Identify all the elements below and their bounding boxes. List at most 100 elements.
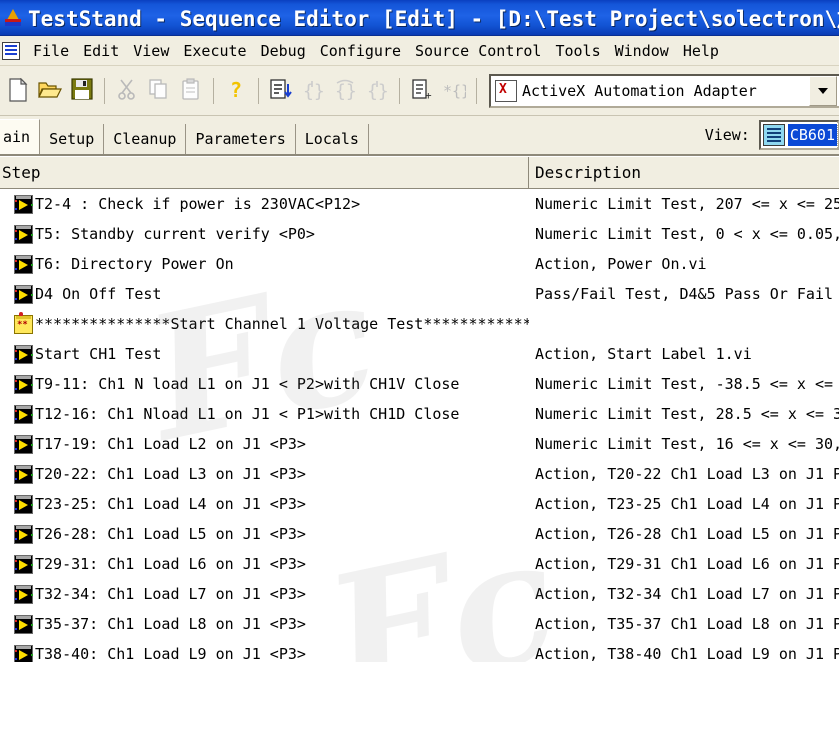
description-cell[interactable]: Action, T38-40 Ch1 Load L9 on J1 P3... — [529, 645, 839, 662]
step-cell[interactable]: T38-40: Ch1 Load L9 on J1 <P3> — [0, 639, 529, 662]
help-icon[interactable]: ? — [221, 75, 251, 107]
menu-item-file[interactable]: File — [26, 40, 76, 62]
table-row[interactable]: T20-22: Ch1 Load L3 on J1 <P3>Action, T2… — [0, 459, 839, 489]
step-cell[interactable]: T23-25: Ch1 Load L4 on J1 <P3> — [0, 489, 529, 519]
description-cell[interactable]: Action, T20-22 Ch1 Load L3 on J1 P3... — [529, 465, 839, 483]
step-label: T35-37: Ch1 Load L8 on J1 <P3> — [35, 615, 306, 633]
table-row[interactable]: T32-34: Ch1 Load L7 on J1 <P3>Action, T3… — [0, 579, 839, 609]
menu-item-tools[interactable]: Tools — [548, 40, 607, 62]
tab-main[interactable]: ain — [0, 119, 40, 154]
svg-text:{}: {} — [367, 81, 389, 102]
view-combobox[interactable]: CB601 — [759, 120, 839, 150]
table-row[interactable]: T2-4 : Check if power is 230VAC<P12>Nume… — [0, 189, 839, 219]
description-cell[interactable]: Numeric Limit Test, 16 <= x <= 30, T... — [529, 435, 839, 453]
chevron-down-icon[interactable] — [809, 76, 837, 106]
table-row[interactable]: T29-31: Ch1 Load L6 on J1 <P3>Action, T2… — [0, 549, 839, 579]
description-cell[interactable]: Action, T23-25 Ch1 Load L4 on J1 P3... — [529, 495, 839, 513]
description-cell[interactable]: Numeric Limit Test, 0 < x <= 0.05, A... — [529, 225, 839, 243]
vi-step-icon — [14, 495, 33, 514]
svg-text:*{}: *{} — [443, 82, 466, 100]
run-sequence-icon[interactable] — [266, 75, 296, 107]
breakpoint-glyph: + — [407, 75, 437, 107]
step-list[interactable]: Fc Fc T2-4 : Check if power is 230VAC<P1… — [0, 189, 839, 662]
step-label: T9-11: Ch1 N load L1 on J1 < P2>with CH1… — [35, 375, 459, 393]
step-cell[interactable]: T26-28: Ch1 Load L5 on J1 <P3> — [0, 519, 529, 549]
step-cell[interactable]: T29-31: Ch1 Load L6 on J1 <P3> — [0, 549, 529, 579]
step-cell[interactable]: T2-4 : Check if power is 230VAC<P12> — [0, 189, 529, 219]
tab-parameters[interactable]: Parameters — [186, 124, 295, 154]
tab-setup[interactable]: Setup — [40, 124, 104, 154]
description-cell[interactable]: Action, Start Label 1.vi — [529, 345, 839, 363]
table-row[interactable]: *****************Start Channel 1 Voltage… — [0, 309, 839, 339]
description-cell[interactable]: Numeric Limit Test, 207 <= x <= 253,... — [529, 195, 839, 213]
table-row[interactable]: T6: Directory Power On Action, Power On.v… — [0, 249, 839, 279]
vi-step-icon — [14, 435, 33, 454]
vi-step-icon — [14, 195, 33, 214]
column-header-description[interactable]: Description — [529, 157, 839, 188]
breakpoint-icon[interactable]: + — [407, 75, 437, 107]
step-cell[interactable]: T17-19: Ch1 Load L2 on J1 <P3> — [0, 429, 529, 459]
vi-step-icon — [14, 375, 33, 394]
svg-text:?: ? — [230, 78, 242, 102]
table-row[interactable]: Start CH1 TestAction, Start Label 1.vi — [0, 339, 839, 369]
menu-item-view[interactable]: View — [126, 40, 176, 62]
table-row[interactable]: D4 On Off TestPass/Fail Test, D4&5 Pass … — [0, 279, 839, 309]
table-row[interactable]: T5: Standby current verify <P0>Numeric L… — [0, 219, 839, 249]
step-out-icon[interactable]: {} — [362, 75, 392, 107]
toolbar-separator-5 — [476, 78, 477, 104]
menu-item-source-control[interactable]: Source Control — [408, 40, 548, 62]
menu-item-configure[interactable]: Configure — [313, 40, 408, 62]
step-cell[interactable]: D4 On Off Test — [0, 279, 529, 309]
table-row[interactable]: T38-40: Ch1 Load L9 on J1 <P3>Action, T3… — [0, 639, 839, 662]
system-menu-icon[interactable] — [2, 42, 20, 60]
copy-icon[interactable] — [144, 75, 174, 107]
menu-item-help[interactable]: Help — [676, 40, 726, 62]
description-cell[interactable]: Action, T32-34 Ch1 Load L7 on J1 P3... — [529, 585, 839, 603]
step-cell[interactable]: T35-37: Ch1 Load L8 on J1 <P3> — [0, 609, 529, 639]
view-label: View: — [705, 126, 750, 144]
adapter-combobox[interactable]: X ActiveX Automation Adapter — [489, 74, 839, 108]
table-row[interactable]: T17-19: Ch1 Load L2 on J1 <P3>Numeric Li… — [0, 429, 839, 459]
step-label: T6: Directory Power On — [35, 255, 234, 273]
table-row[interactable]: T35-37: Ch1 Load L8 on J1 <P3> Action, T3… — [0, 609, 839, 639]
table-row[interactable]: T9-11: Ch1 N load L1 on J1 < P2>with CH1… — [0, 369, 839, 399]
adapter-selected-label: ActiveX Automation Adapter — [522, 82, 809, 100]
step-cell[interactable]: *****************Start Channel 1 Voltage… — [0, 309, 529, 339]
new-icon[interactable] — [3, 75, 33, 107]
vi-step-icon — [14, 465, 33, 484]
view-selected-label: CB601 — [788, 124, 837, 146]
description-cell[interactable]: Numeric Limit Test, -38.5 <= x <= -2... — [529, 375, 839, 393]
description-cell[interactable]: Action, Power On.vi — [529, 255, 839, 273]
menu-item-execute[interactable]: Execute — [176, 40, 253, 62]
description-cell[interactable]: Action, T26-28 Ch1 Load L5 on J1 P3... — [529, 525, 839, 543]
table-row[interactable]: T26-28: Ch1 Load L5 on J1 <P3>Action, T2… — [0, 519, 839, 549]
column-header-step[interactable]: Step — [0, 157, 529, 188]
description-cell[interactable]: Numeric Limit Test, 28.5 <= x <= 38.... — [529, 405, 839, 423]
tab-locals[interactable]: Locals — [296, 124, 369, 154]
open-icon[interactable] — [35, 75, 65, 107]
step-label: T12-16: Ch1 Nload L1 on J1 < P1>with CH1… — [35, 405, 459, 423]
save-icon[interactable] — [67, 75, 97, 107]
description-cell[interactable]: Action, T29-31 Ch1 Load L6 on J1 P3... — [529, 555, 839, 573]
step-cell[interactable]: T5: Standby current verify <P0> — [0, 219, 529, 249]
step-over-icon[interactable]: {} — [330, 75, 360, 107]
menu-item-edit[interactable]: Edit — [76, 40, 126, 62]
tab-cleanup[interactable]: Cleanup — [104, 124, 186, 154]
table-row[interactable]: T23-25: Ch1 Load L4 on J1 <P3>Action, T2… — [0, 489, 839, 519]
step-cell[interactable]: T6: Directory Power On — [0, 249, 529, 279]
description-cell[interactable]: Action, T35-37 Ch1 Load L8 on J1 P3... — [529, 615, 839, 633]
menu-item-debug[interactable]: Debug — [254, 40, 313, 62]
step-into-icon[interactable]: {} — [298, 75, 328, 107]
step-cell[interactable]: T32-34: Ch1 Load L7 on J1 <P3> — [0, 579, 529, 609]
paste-icon[interactable] — [176, 75, 206, 107]
cut-icon[interactable] — [112, 75, 142, 107]
description-cell[interactable]: Pass/Fail Test, D4&5 Pass Or Fail L... — [529, 285, 839, 303]
terminate-icon[interactable]: *{} — [439, 75, 469, 107]
menu-item-window[interactable]: Window — [608, 40, 676, 62]
step-cell[interactable]: T12-16: Ch1 Nload L1 on J1 < P1>with CH1… — [0, 399, 529, 429]
vi-step-icon — [14, 525, 33, 544]
step-cell[interactable]: T20-22: Ch1 Load L3 on J1 <P3> — [0, 459, 529, 489]
step-cell[interactable]: T9-11: Ch1 N load L1 on J1 < P2>with CH1… — [0, 369, 529, 399]
step-cell[interactable]: Start CH1 Test — [0, 339, 529, 369]
table-row[interactable]: T12-16: Ch1 Nload L1 on J1 < P1>with CH1… — [0, 399, 839, 429]
